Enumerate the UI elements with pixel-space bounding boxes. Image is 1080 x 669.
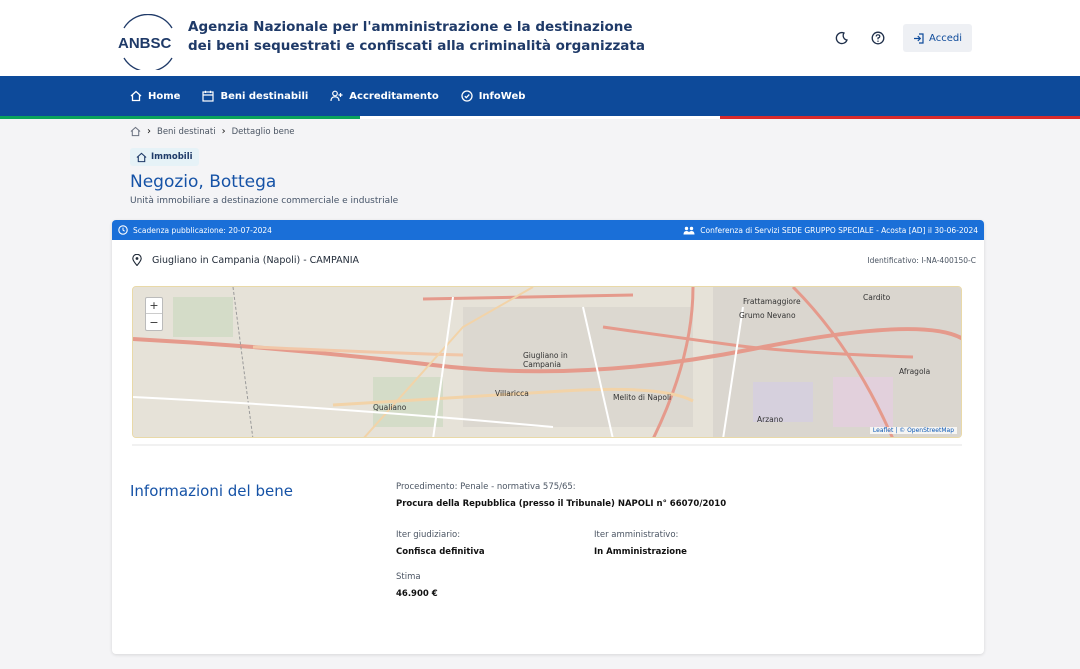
- procedimento-field: Procedimento: Penale - normativa 575/65:…: [396, 482, 726, 509]
- stima-label: Stima: [396, 572, 421, 582]
- nav-home-label: Home: [148, 90, 181, 102]
- main-navbar: Home Beni destinabili Accreditamento Inf…: [0, 76, 1080, 116]
- anbsc-logo[interactable]: ANBSC: [116, 13, 180, 73]
- zoom-out-button[interactable]: −: [146, 314, 162, 330]
- map-attribution[interactable]: Leaflet | © OpenStreetMap: [869, 427, 957, 434]
- procedimento-value: Procura della Repubblica (presso il Trib…: [396, 499, 727, 509]
- help-icon[interactable]: [867, 27, 889, 49]
- map-label: Villaricca: [495, 389, 529, 398]
- location-text: Giugliano in Campania (Napoli) - CAMPANI…: [152, 254, 360, 266]
- map-label: Frattamaggiore: [743, 297, 801, 306]
- iter-giudiziario-value: Confisca definitiva: [396, 547, 485, 557]
- stima-value: 46.900 €: [396, 589, 438, 599]
- info-section-title: Informazioni del bene: [130, 482, 293, 500]
- map-label: Arzano: [757, 415, 784, 424]
- map-label: Afragola: [899, 367, 931, 376]
- dark-mode-icon[interactable]: [831, 27, 853, 49]
- chevron-right-icon: ›: [221, 126, 226, 137]
- breadcrumb-item-current: Dettaglio bene: [231, 126, 295, 137]
- breadcrumb-item-beni[interactable]: Beni destinati: [157, 127, 216, 137]
- iter-amministrativo-field: Iter amministrativo: In Amministrazione: [594, 530, 687, 557]
- login-button[interactable]: Accedi: [903, 24, 972, 52]
- conference-info: Conferenza di Servizi SEDE GRUPPO SPECIA…: [700, 225, 978, 235]
- logo-text: ANBSC: [118, 35, 172, 52]
- location-row: Giugliano in Campania (Napoli) - CAMPANI…: [132, 254, 359, 266]
- category-label: Immobili: [151, 152, 193, 162]
- nav-infoweb-label: InfoWeb: [478, 90, 526, 102]
- divider: [132, 444, 962, 446]
- house-icon: [136, 152, 147, 162]
- map-label: Grumo Nevano: [739, 311, 796, 320]
- top-header: ANBSC Agenzia Nazionale per l'amministra…: [0, 0, 1080, 76]
- nav-item-infoweb[interactable]: InfoWeb: [461, 90, 526, 102]
- iter-giudiziario-field: Iter giudiziario: Confisca definitiva: [396, 530, 485, 557]
- home-icon[interactable]: [130, 126, 141, 137]
- org-title-line1: Agenzia Nazionale per l'amministrazione …: [188, 19, 633, 35]
- nav-item-beni-destinabili[interactable]: Beni destinabili: [202, 90, 308, 102]
- calendar-icon: [202, 90, 215, 102]
- user-plus-icon: [330, 90, 343, 102]
- map[interactable]: + − Frattamaggiore Cardito Grumo Nevano …: [132, 286, 962, 438]
- stima-field: Stima 46.900 €: [396, 572, 438, 599]
- nav-item-accreditamento[interactable]: Accreditamento: [330, 90, 439, 102]
- home-icon: [130, 90, 142, 102]
- location-pin-icon: [132, 254, 142, 266]
- breadcrumb: › Beni destinati › Dettaglio bene: [130, 126, 294, 137]
- map-label: Giugliano in Campania: [523, 351, 568, 369]
- map-label: Qualiano: [373, 403, 407, 412]
- org-title-line2: dei beni sequestrati e confiscati alla c…: [188, 38, 645, 54]
- map-label: Melito di Napoli: [613, 393, 672, 402]
- nav-beni-label: Beni destinabili: [220, 90, 309, 102]
- login-icon: [914, 32, 924, 44]
- chevron-right-icon: ›: [147, 126, 151, 137]
- category-badge: Immobili: [130, 148, 199, 166]
- page-subtitle: Unità immobiliare a destinazione commerc…: [130, 196, 399, 206]
- zoom-in-button[interactable]: +: [146, 298, 162, 314]
- page-title: Negozio, Bottega: [130, 172, 277, 192]
- map-zoom-control: + −: [145, 297, 163, 331]
- iter-amministrativo-value: In Amministrazione: [594, 547, 687, 557]
- identifier: Identificativo: I-NA-400150-C: [867, 256, 976, 265]
- iter-giudiziario-label: Iter giudiziario:: [396, 530, 461, 540]
- info-icon: [461, 90, 473, 102]
- tricolor-stripe: [0, 116, 1080, 119]
- login-label: Accedi: [929, 32, 962, 44]
- nav-accreditamento-label: Accreditamento: [349, 90, 439, 102]
- card-header: Scadenza pubblicazione: 20-07-2024 Confe…: [112, 220, 984, 240]
- nav-item-home[interactable]: Home: [130, 90, 180, 102]
- procedimento-label: Procedimento: Penale - normativa 575/65:: [396, 482, 576, 492]
- organization-title: Agenzia Nazionale per l'amministrazione …: [188, 18, 708, 56]
- iter-amministrativo-label: Iter amministrativo:: [594, 530, 679, 540]
- group-icon: [683, 226, 695, 234]
- publication-deadline: Scadenza pubblicazione: 20-07-2024: [133, 225, 272, 235]
- detail-card: Scadenza pubblicazione: 20-07-2024 Confe…: [112, 220, 984, 654]
- clock-icon: [118, 225, 128, 235]
- map-label: Cardito: [863, 293, 891, 302]
- top-actions: Accedi: [831, 24, 972, 52]
